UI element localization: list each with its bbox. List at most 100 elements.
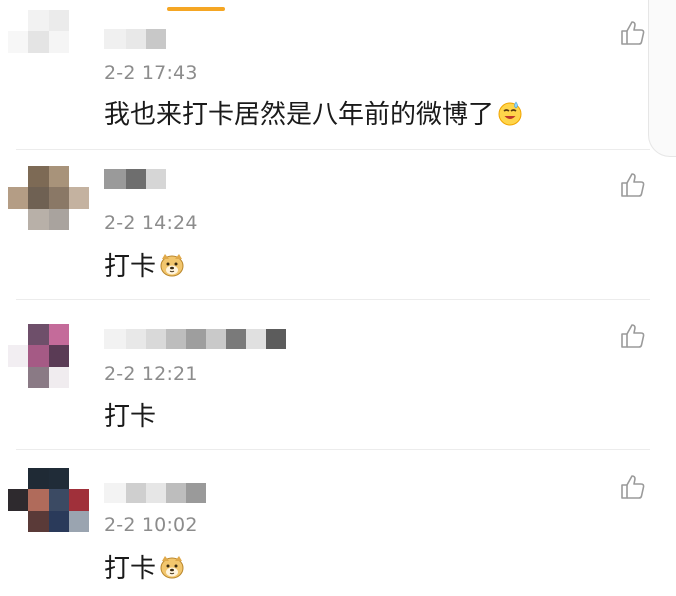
username-pixel xyxy=(126,29,146,49)
avatar-pixel xyxy=(8,10,29,32)
like-button[interactable] xyxy=(618,321,648,351)
avatar-pixel xyxy=(28,52,49,74)
avatar-pixel xyxy=(48,366,69,388)
thumbs-up-icon xyxy=(621,173,645,197)
username[interactable] xyxy=(104,168,166,190)
comment-text-label: 打卡 xyxy=(104,402,157,432)
like-button[interactable] xyxy=(618,472,648,502)
avatar-pixel xyxy=(8,52,29,74)
avatar-pixel xyxy=(8,489,29,511)
avatar-pixel xyxy=(28,345,49,367)
comment-text: 打卡 xyxy=(104,396,156,433)
avatar[interactable] xyxy=(8,166,89,230)
avatar-pixel xyxy=(48,31,69,53)
username-pixel xyxy=(126,329,146,349)
avatar-pixel xyxy=(28,324,49,346)
username-pixel xyxy=(186,483,206,503)
avatar[interactable] xyxy=(8,324,89,388)
avatar-pixel xyxy=(8,366,29,388)
username-pixel xyxy=(226,329,246,349)
avatar-pixel xyxy=(8,468,29,490)
avatar-pixel xyxy=(48,345,69,367)
avatar-pixel xyxy=(48,187,69,209)
avatar[interactable] xyxy=(8,10,89,74)
comment-text: 打卡 xyxy=(104,548,186,585)
comment-timestamp: 2-2 14:24 xyxy=(104,212,198,234)
username-pixel xyxy=(166,329,186,349)
username[interactable] xyxy=(104,482,206,504)
avatar-pixel xyxy=(28,510,49,532)
comment-item[interactable]: 2-2 10:02 打卡 xyxy=(0,450,660,596)
username-pixel xyxy=(126,483,146,503)
avatar-pixel xyxy=(8,345,29,367)
avatar-pixel xyxy=(48,510,69,532)
username-pixel xyxy=(206,329,226,349)
weibo-comment-list: 2-2 17:43 我也来打卡居然是八年前的微博了 2-2 14:24 打卡 2… xyxy=(0,0,676,596)
avatar-pixel xyxy=(68,166,89,188)
sweat-smile-emoji xyxy=(496,99,524,127)
avatar-pixel xyxy=(48,10,69,32)
username-pixel xyxy=(104,169,126,189)
avatar-pixel xyxy=(68,366,89,388)
avatar-pixel xyxy=(68,468,89,490)
comment-timestamp: 2-2 10:02 xyxy=(104,514,198,536)
avatar-pixel xyxy=(68,324,89,346)
avatar-pixel xyxy=(68,510,89,532)
username[interactable] xyxy=(104,328,286,350)
avatar-pixel xyxy=(8,510,29,532)
username-pixel xyxy=(146,329,166,349)
username-pixel xyxy=(104,329,126,349)
avatar-pixel xyxy=(8,208,29,230)
comment-text: 打卡 xyxy=(104,246,186,283)
avatar-pixel xyxy=(8,31,29,53)
avatar-pixel xyxy=(68,10,89,32)
username-pixel xyxy=(246,329,266,349)
avatar-pixel xyxy=(48,468,69,490)
avatar-pixel xyxy=(28,208,49,230)
username[interactable] xyxy=(104,28,166,50)
username-pixel xyxy=(104,483,126,503)
avatar-pixel xyxy=(68,31,89,53)
avatar-pixel xyxy=(8,324,29,346)
comment-item[interactable]: 2-2 12:21 打卡 xyxy=(0,300,660,450)
avatar-pixel xyxy=(28,187,49,209)
avatar-pixel xyxy=(68,187,89,209)
avatar-pixel xyxy=(48,52,69,74)
comment-item[interactable]: 2-2 14:24 打卡 xyxy=(0,150,660,300)
comment-item[interactable]: 2-2 17:43 我也来打卡居然是八年前的微博了 xyxy=(0,0,660,150)
comment-timestamp: 2-2 12:21 xyxy=(104,363,198,385)
avatar-pixel xyxy=(48,489,69,511)
avatar-pixel xyxy=(48,166,69,188)
avatar-pixel xyxy=(68,489,89,511)
username-pixel xyxy=(266,329,286,349)
avatar-pixel xyxy=(68,52,89,74)
avatar-pixel xyxy=(28,166,49,188)
comment-text-label: 打卡 xyxy=(104,252,157,282)
username-pixel xyxy=(166,483,186,503)
thumbs-up-icon xyxy=(621,475,645,499)
username-pixel xyxy=(146,483,166,503)
username-pixel xyxy=(146,169,166,189)
avatar-pixel xyxy=(48,208,69,230)
doge-emoji xyxy=(158,251,186,279)
username-pixel xyxy=(146,29,166,49)
comment-timestamp: 2-2 17:43 xyxy=(104,62,198,84)
avatar-pixel xyxy=(28,31,49,53)
avatar-pixel xyxy=(8,166,29,188)
username-pixel xyxy=(186,329,206,349)
avatar-pixel xyxy=(68,345,89,367)
comment-text-label: 打卡 xyxy=(104,554,157,584)
avatar-pixel xyxy=(28,10,49,32)
like-button[interactable] xyxy=(618,18,648,48)
avatar-pixel xyxy=(48,324,69,346)
avatar-pixel xyxy=(28,489,49,511)
avatar[interactable] xyxy=(8,468,89,532)
username-pixel xyxy=(104,29,126,49)
avatar-pixel xyxy=(28,366,49,388)
like-button[interactable] xyxy=(618,170,648,200)
thumbs-up-icon xyxy=(621,21,645,45)
avatar-pixel xyxy=(68,208,89,230)
avatar-pixel xyxy=(8,187,29,209)
comment-text-label: 我也来打卡居然是八年前的微博了 xyxy=(104,100,495,130)
username-pixel xyxy=(126,169,146,189)
